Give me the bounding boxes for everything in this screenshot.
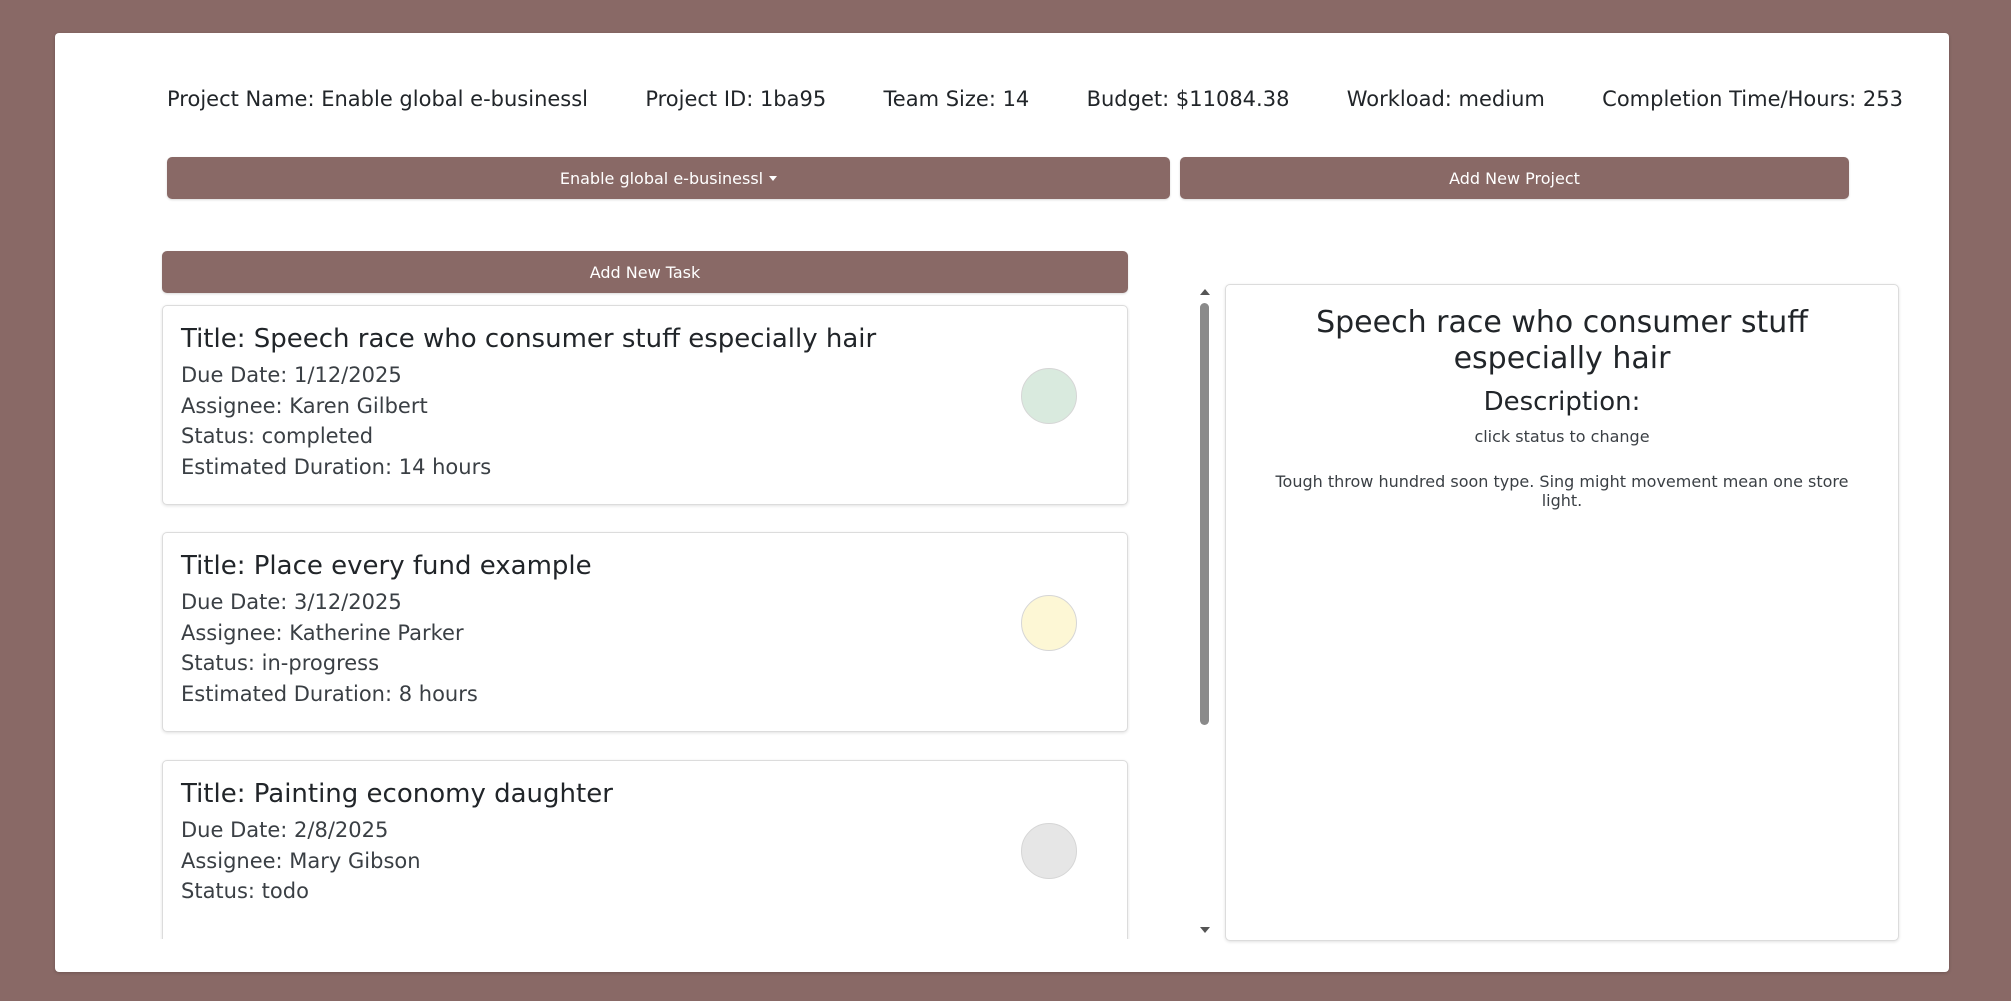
task-detail-panel: Speech race who consumer stuff especiall… xyxy=(1225,284,1899,941)
task-card[interactable]: Title: Speech race who consumer stuff es… xyxy=(162,305,1128,505)
project-name: Project Name: Enable global e-businessl xyxy=(167,87,589,111)
scroll-down-arrow-icon[interactable] xyxy=(1200,927,1210,933)
task-title: Title: Place every fund example xyxy=(181,551,592,581)
task-duration: Estimated Duration: 8 hours xyxy=(181,681,478,706)
task-list-scrollbar[interactable] xyxy=(1195,281,1215,941)
workload: Workload: medium xyxy=(1346,87,1545,111)
task-list[interactable]: Title: Speech race who consumer stuff es… xyxy=(160,303,1130,939)
project-id: Project ID: 1ba95 xyxy=(645,87,827,111)
task-title: Title: Painting economy daughter xyxy=(181,779,613,809)
task-title: Title: Speech race who consumer stuff es… xyxy=(181,324,877,354)
task-assignee: Assignee: Mary Gibson xyxy=(181,848,421,873)
scroll-up-arrow-icon[interactable] xyxy=(1200,289,1210,295)
add-project-button[interactable]: Add New Project xyxy=(1180,157,1849,199)
task-due-date: Due Date: 2/8/2025 xyxy=(181,818,389,842)
scrollbar-thumb[interactable] xyxy=(1200,303,1209,725)
completion-time: Completion Time/Hours: 253 xyxy=(1602,87,1903,111)
task-card[interactable]: Title: Painting economy daughter Due Dat… xyxy=(162,760,1128,939)
task-status: Status: todo xyxy=(181,879,309,903)
task-status: Status: completed xyxy=(181,424,374,448)
team-size: Team Size: 14 xyxy=(883,87,1030,111)
add-task-label: Add New Task xyxy=(589,262,701,282)
task-due-date: Due Date: 3/12/2025 xyxy=(181,590,402,614)
status-hint: click status to change xyxy=(1474,427,1650,446)
task-card[interactable]: Title: Place every fund example Due Date… xyxy=(162,532,1128,732)
project-select-label: Enable global e-businessl xyxy=(559,168,764,188)
description-heading: Description: xyxy=(1483,387,1641,417)
task-due-date: Due Date: 1/12/2025 xyxy=(181,363,402,387)
status-indicator-button[interactable] xyxy=(1021,823,1077,879)
task-status: Status: in-progress xyxy=(181,651,380,675)
project-info-bar: Project Name: Enable global e-businessl … xyxy=(167,79,1903,119)
status-indicator-button[interactable] xyxy=(1021,368,1077,424)
task-assignee: Assignee: Karen Gilbert xyxy=(181,393,428,418)
description-text: Tough throw hundred soon type. Sing migh… xyxy=(1275,472,1849,510)
project-select-dropdown[interactable]: Enable global e-businessl xyxy=(167,157,1170,199)
status-indicator-button[interactable] xyxy=(1021,595,1077,651)
add-task-button[interactable]: Add New Task xyxy=(162,251,1128,293)
caret-down-icon xyxy=(769,175,778,181)
budget: Budget: $11084.38 xyxy=(1086,87,1290,111)
main-frame: Project Name: Enable global e-businessl … xyxy=(55,33,1949,972)
task-duration: Estimated Duration: 14 hours xyxy=(181,454,492,479)
detail-title: Speech race who consumer stuff especiall… xyxy=(1316,305,1808,376)
add-project-label: Add New Project xyxy=(1449,168,1580,188)
task-assignee: Assignee: Katherine Parker xyxy=(181,620,464,645)
